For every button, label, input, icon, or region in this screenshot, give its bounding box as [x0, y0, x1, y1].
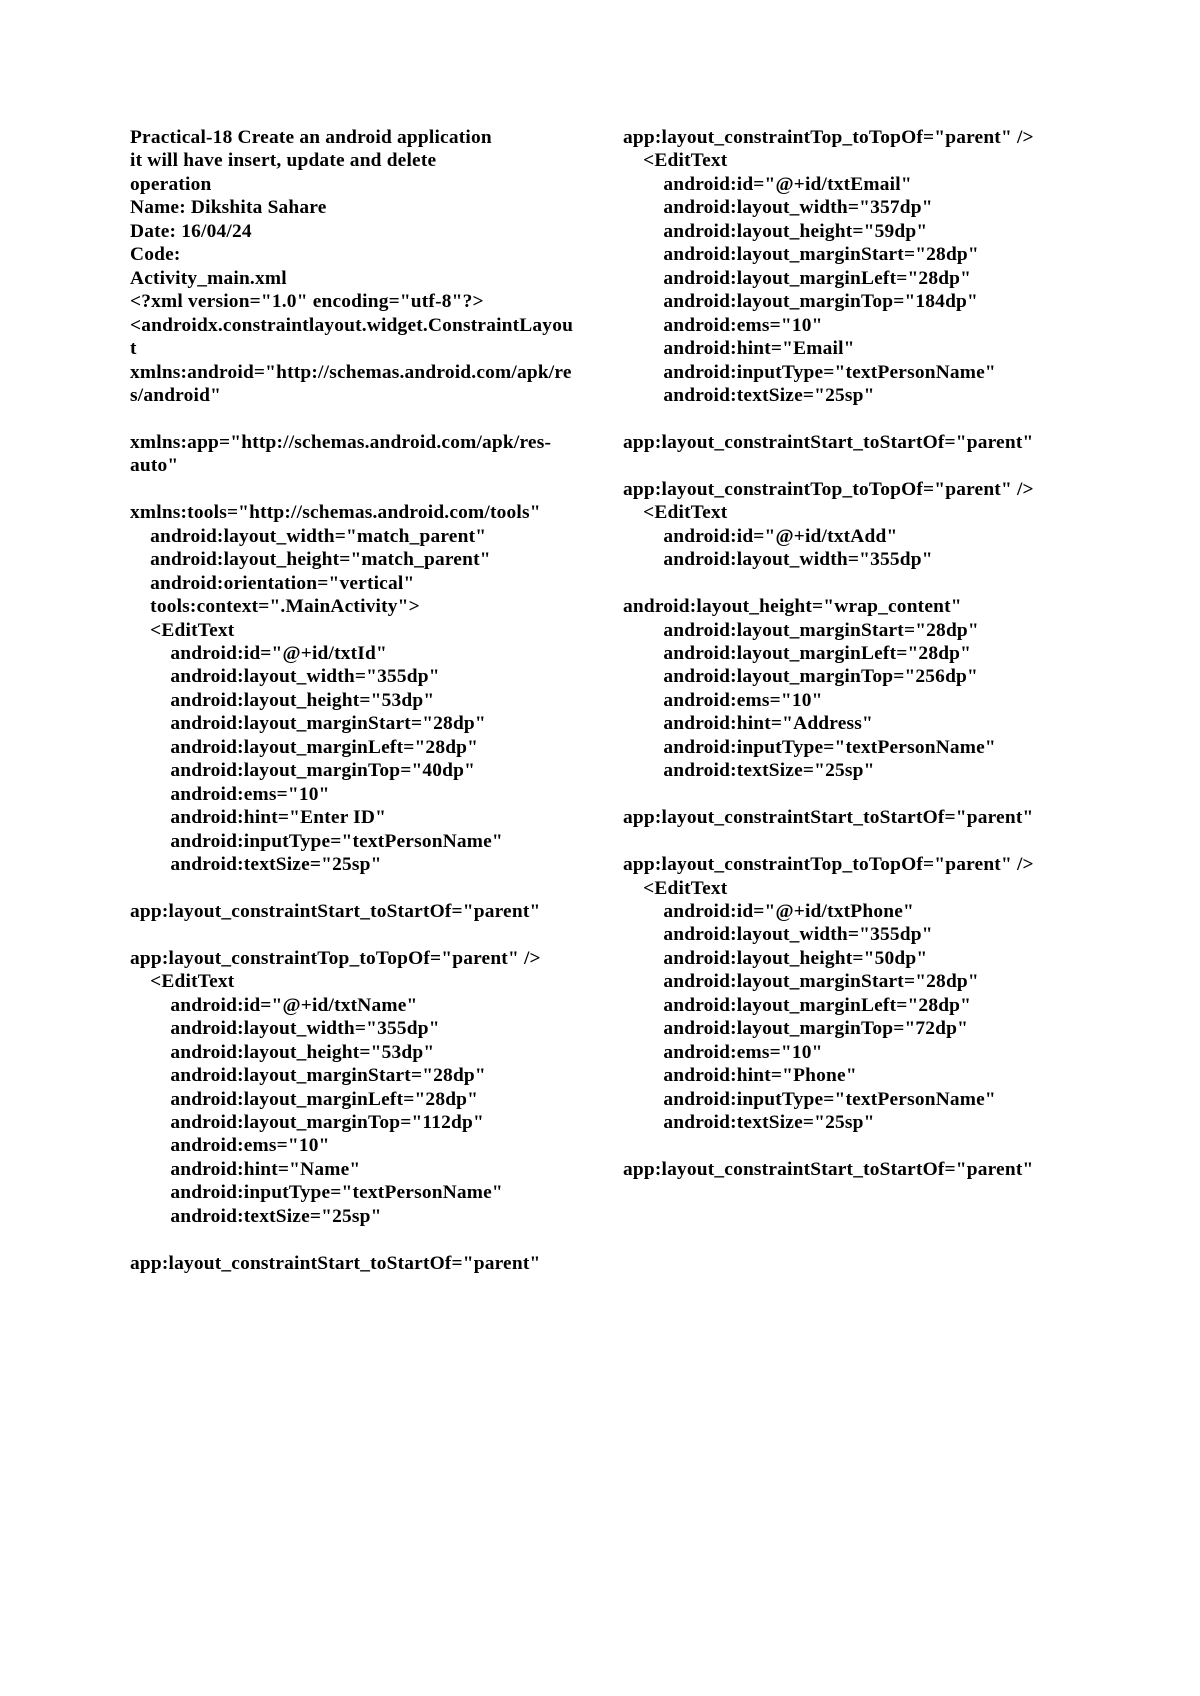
- code-line: Code:: [130, 244, 181, 266]
- code-line: <EditText: [623, 150, 728, 172]
- code-line: android:layout_marginTop="40dp": [130, 760, 476, 782]
- code-line: android:layout_width="match_parent": [130, 525, 487, 547]
- code-line: android:layout_marginTop="112dp": [130, 1112, 484, 1134]
- code-line: android:layout_height="match_parent": [130, 549, 491, 571]
- code-line: app:layout_constraintTop_toTopOf="parent…: [130, 947, 541, 969]
- code-line: android:layout_marginTop="256dp": [623, 666, 978, 688]
- code-line: android:inputType="textPersonName": [130, 1182, 503, 1204]
- code-line: android:layout_height="53dp": [130, 1041, 435, 1063]
- code-line: android:id="@+id/txtPhone": [623, 900, 914, 922]
- code-line: android:layout_marginStart="28dp": [130, 1065, 486, 1087]
- code-line: Practical-18 Create an android applicati…: [130, 127, 492, 148]
- code-line: android:layout_width="355dp": [130, 666, 440, 688]
- code-line: android:id="@+id/txtId": [130, 642, 387, 664]
- code-line: android:id="@+id/txtEmail": [623, 173, 912, 195]
- left-column: Practical-18 Create an android applicati…: [130, 126, 576, 1275]
- code-line: <EditText: [130, 619, 235, 641]
- code-line: android:layout_height="53dp": [130, 689, 435, 711]
- code-line: it will have insert, update and delete: [130, 150, 437, 172]
- code-line: <EditText: [623, 877, 728, 899]
- code-line: android:layout_height="59dp": [623, 220, 928, 242]
- code-line: android:layout_marginLeft="28dp": [623, 642, 972, 664]
- code-line: android:layout_height="50dp": [623, 947, 928, 969]
- code-line: android:layout_width="355dp": [130, 1018, 440, 1040]
- code-line: android:layout_width="357dp": [623, 197, 933, 219]
- left-column-code: Practical-18 Create an android applicati…: [130, 126, 576, 1275]
- code-line: android:textSize="25sp": [623, 760, 875, 782]
- code-line: android:inputType="textPersonName": [130, 830, 503, 852]
- code-line: android:textSize="25sp": [130, 1205, 382, 1227]
- code-line: android:ems="10": [130, 1135, 330, 1157]
- code-line: android:layout_marginStart="28dp": [623, 244, 979, 266]
- code-line: android:textSize="25sp": [623, 384, 875, 406]
- code-line: android:layout_height="wrap_content": [623, 596, 962, 618]
- code-line: app:layout_constraintTop_toTopOf="parent…: [623, 478, 1034, 500]
- code-line: android:layout_marginStart="28dp": [130, 713, 486, 735]
- code-line: Activity_main.xml: [130, 267, 287, 289]
- code-line: app:layout_constraintStart_toStartOf="pa…: [130, 1252, 541, 1274]
- code-line: android:ems="10": [130, 783, 330, 805]
- code-line: android:layout_marginLeft="28dp": [130, 1088, 479, 1110]
- code-line: android:inputType="textPersonName": [623, 736, 996, 758]
- code-line: android:inputType="textPersonName": [623, 361, 996, 383]
- code-line: android:id="@+id/txtName": [130, 994, 418, 1016]
- code-line: app:layout_constraintStart_toStartOf="pa…: [130, 900, 541, 922]
- code-line: android:textSize="25sp": [130, 854, 382, 876]
- code-line: Name: Dikshita Sahare: [130, 197, 327, 219]
- code-line: android:ems="10": [623, 314, 823, 336]
- code-line: android:inputType="textPersonName": [623, 1088, 996, 1110]
- code-line: android:ems="10": [623, 689, 823, 711]
- code-line: xmlns:android="http://schemas.android.co…: [130, 361, 572, 406]
- code-line: xmlns:tools="http://schemas.android.com/…: [130, 502, 541, 524]
- code-line: android:layout_width="355dp": [623, 549, 933, 571]
- code-line: Date: 16/04/24: [130, 220, 252, 242]
- two-column-layout: Practical-18 Create an android applicati…: [130, 126, 1070, 1275]
- code-line: <?xml version="1.0" encoding="utf-8"?>: [130, 291, 484, 313]
- code-line: android:layout_marginLeft="28dp": [623, 994, 972, 1016]
- code-line: android:layout_marginStart="28dp": [623, 971, 979, 993]
- code-line: android:hint="Enter ID": [130, 807, 387, 829]
- right-column: app:layout_constraintTop_toTopOf="parent…: [623, 126, 1069, 1275]
- code-line: app:layout_constraintStart_toStartOf="pa…: [623, 1158, 1034, 1180]
- code-line: android:hint="Phone": [623, 1065, 857, 1087]
- code-line: android:layout_marginTop="72dp": [623, 1018, 969, 1040]
- code-line: operation: [130, 173, 212, 195]
- code-line: android:hint="Email": [623, 338, 855, 360]
- document-page: Practical-18 Create an android applicati…: [0, 0, 1200, 1696]
- code-line: android:hint="Name": [130, 1158, 361, 1180]
- code-line: android:orientation="vertical": [130, 572, 415, 594]
- code-line: android:hint="Address": [623, 713, 873, 735]
- code-line: android:layout_marginLeft="28dp": [130, 736, 479, 758]
- code-line: android:textSize="25sp": [623, 1112, 875, 1134]
- code-line: xmlns:app="http://schemas.android.com/ap…: [130, 431, 552, 477]
- code-line: android:id="@+id/txtAdd": [623, 525, 898, 547]
- code-line: android:layout_marginLeft="28dp": [623, 267, 972, 289]
- code-line: app:layout_constraintStart_toStartOf="pa…: [623, 431, 1034, 453]
- code-line: app:layout_constraintTop_toTopOf="parent…: [623, 854, 1034, 876]
- code-line: app:layout_constraintTop_toTopOf="parent…: [623, 127, 1034, 148]
- right-column-code: app:layout_constraintTop_toTopOf="parent…: [623, 126, 1069, 1181]
- code-line: android:layout_width="355dp": [623, 924, 933, 946]
- code-line: android:layout_marginStart="28dp": [623, 619, 979, 641]
- code-line: <androidx.constraintlayout.widget.Constr…: [130, 314, 574, 360]
- code-line: tools:context=".MainActivity">: [130, 596, 420, 618]
- code-line: android:layout_marginTop="184dp": [623, 291, 978, 313]
- code-line: <EditText: [130, 971, 235, 993]
- code-line: <EditText: [623, 502, 728, 524]
- code-line: android:ems="10": [623, 1041, 823, 1063]
- code-line: app:layout_constraintStart_toStartOf="pa…: [623, 807, 1034, 829]
